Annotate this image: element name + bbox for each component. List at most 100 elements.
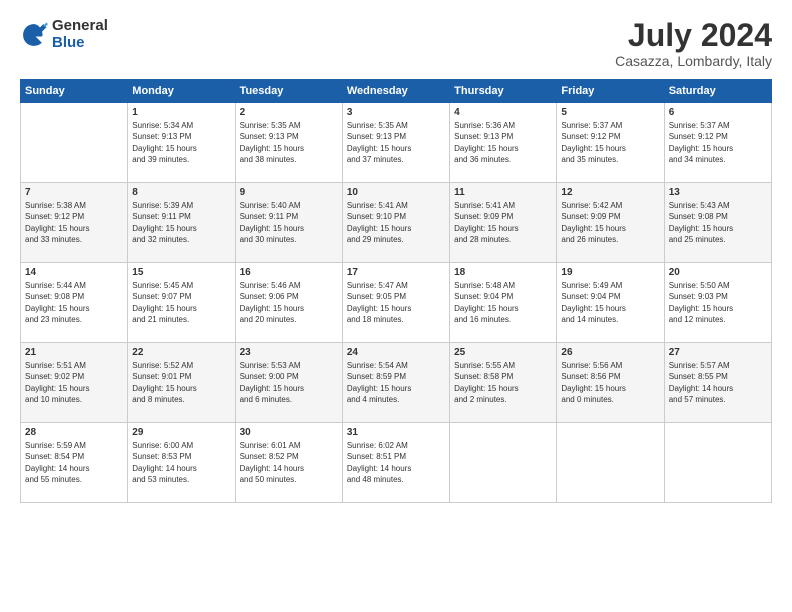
calendar-cell: 18 Sunrise: 5:48 AM Sunset: 9:04 PM Dayli…: [450, 263, 557, 343]
day-info: Sunrise: 5:36 AM Sunset: 9:13 PM Dayligh…: [454, 120, 552, 165]
day-info: Sunrise: 5:54 AM Sunset: 8:59 PM Dayligh…: [347, 360, 445, 405]
day-number: 5: [561, 107, 659, 118]
month-title: July 2024: [615, 18, 772, 53]
calendar-cell: 11 Sunrise: 5:41 AM Sunset: 9:09 PM Dayli…: [450, 183, 557, 263]
calendar-cell: 8 Sunrise: 5:39 AM Sunset: 9:11 PM Daylig…: [128, 183, 235, 263]
calendar-cell: 22 Sunrise: 5:52 AM Sunset: 9:01 PM Dayli…: [128, 343, 235, 423]
calendar-cell: 13Sunrise: 5:43 AM Sunset: 9:08 PM Dayli…: [664, 183, 771, 263]
day-info: Sunrise: 5:46 AM Sunset: 9:06 PM Dayligh…: [240, 280, 338, 325]
day-number: 29: [132, 427, 230, 438]
day-number: 9: [240, 187, 338, 198]
calendar-cell: 1 Sunrise: 5:34 AM Sunset: 9:13 PM Daylig…: [128, 103, 235, 183]
day-number: 7: [25, 187, 123, 198]
day-number: 30: [240, 427, 338, 438]
calendar-cell: 9 Sunrise: 5:40 AM Sunset: 9:11 PM Daylig…: [235, 183, 342, 263]
day-info: Sunrise: 5:48 AM Sunset: 9:04 PM Dayligh…: [454, 280, 552, 325]
day-info: Sunrise: 6:02 AM Sunset: 8:51 PM Dayligh…: [347, 440, 445, 485]
week-row-2: 7 Sunrise: 5:38 AM Sunset: 9:12 PM Daylig…: [21, 183, 772, 263]
day-info: Sunrise: 5:37 AM Sunset: 9:12 PM Dayligh…: [561, 120, 659, 165]
day-number: 25: [454, 347, 552, 358]
day-number: 20: [669, 267, 767, 278]
logo: General Blue: [20, 18, 108, 51]
day-info: Sunrise: 5:35 AM Sunset: 9:13 PM Dayligh…: [240, 120, 338, 165]
day-info: Sunrise: 5:50 AM Sunset: 9:03 PM Dayligh…: [669, 280, 767, 325]
day-number: 24: [347, 347, 445, 358]
logo-icon: [20, 21, 48, 49]
day-info: Sunrise: 5:47 AM Sunset: 9:05 PM Dayligh…: [347, 280, 445, 325]
calendar-cell: [664, 423, 771, 503]
week-row-3: 14 Sunrise: 5:44 AM Sunset: 9:08 PM Dayli…: [21, 263, 772, 343]
day-info: Sunrise: 5:51 AM Sunset: 9:02 PM Dayligh…: [25, 360, 123, 405]
day-info: Sunrise: 5:39 AM Sunset: 9:11 PM Dayligh…: [132, 200, 230, 245]
day-info: Sunrise: 5:34 AM Sunset: 9:13 PM Dayligh…: [132, 120, 230, 165]
day-number: 3: [347, 107, 445, 118]
day-number: 13: [669, 187, 767, 198]
calendar-cell: [21, 103, 128, 183]
calendar-cell: 12Sunrise: 5:42 AM Sunset: 9:09 PM Dayli…: [557, 183, 664, 263]
day-number: 14: [25, 267, 123, 278]
calendar-cell: 25 Sunrise: 5:55 AM Sunset: 8:58 PM Dayli…: [450, 343, 557, 423]
calendar-cell: 19 Sunrise: 5:49 AM Sunset: 9:04 PM Dayli…: [557, 263, 664, 343]
day-info: Sunrise: 5:55 AM Sunset: 8:58 PM Dayligh…: [454, 360, 552, 405]
day-info: Sunrise: 5:44 AM Sunset: 9:08 PM Dayligh…: [25, 280, 123, 325]
calendar-cell: 2 Sunrise: 5:35 AM Sunset: 9:13 PM Daylig…: [235, 103, 342, 183]
day-info: Sunrise: 5:37 AM Sunset: 9:12 PM Dayligh…: [669, 120, 767, 165]
column-header-saturday: Saturday: [664, 80, 771, 103]
day-info: Sunrise: 6:01 AM Sunset: 8:52 PM Dayligh…: [240, 440, 338, 485]
column-header-tuesday: Tuesday: [235, 80, 342, 103]
day-info: Sunrise: 5:42 AM Sunset: 9:09 PM Dayligh…: [561, 200, 659, 245]
day-number: 31: [347, 427, 445, 438]
day-number: 21: [25, 347, 123, 358]
column-header-friday: Friday: [557, 80, 664, 103]
day-number: 8: [132, 187, 230, 198]
header-row: SundayMondayTuesdayWednesdayThursdayFrid…: [21, 80, 772, 103]
day-info: Sunrise: 5:41 AM Sunset: 9:09 PM Dayligh…: [454, 200, 552, 245]
day-info: Sunrise: 5:41 AM Sunset: 9:10 PM Dayligh…: [347, 200, 445, 245]
logo-blue: Blue: [52, 35, 108, 52]
day-number: 4: [454, 107, 552, 118]
page: General Blue July 2024 Casazza, Lombardy…: [0, 0, 792, 612]
location: Casazza, Lombardy, Italy: [615, 53, 772, 69]
day-info: Sunrise: 5:49 AM Sunset: 9:04 PM Dayligh…: [561, 280, 659, 325]
calendar-cell: 23 Sunrise: 5:53 AM Sunset: 9:00 PM Dayli…: [235, 343, 342, 423]
day-info: Sunrise: 5:57 AM Sunset: 8:55 PM Dayligh…: [669, 360, 767, 405]
day-number: 22: [132, 347, 230, 358]
calendar-cell: 27Sunrise: 5:57 AM Sunset: 8:55 PM Dayli…: [664, 343, 771, 423]
header: General Blue July 2024 Casazza, Lombardy…: [20, 18, 772, 69]
calendar-cell: 3 Sunrise: 5:35 AM Sunset: 9:13 PM Daylig…: [342, 103, 449, 183]
day-info: Sunrise: 5:45 AM Sunset: 9:07 PM Dayligh…: [132, 280, 230, 325]
day-info: Sunrise: 6:00 AM Sunset: 8:53 PM Dayligh…: [132, 440, 230, 485]
calendar-cell: 17Sunrise: 5:47 AM Sunset: 9:05 PM Dayli…: [342, 263, 449, 343]
calendar-cell: 5 Sunrise: 5:37 AM Sunset: 9:12 PM Daylig…: [557, 103, 664, 183]
day-number: 23: [240, 347, 338, 358]
day-number: 1: [132, 107, 230, 118]
day-number: 10: [347, 187, 445, 198]
day-info: Sunrise: 5:40 AM Sunset: 9:11 PM Dayligh…: [240, 200, 338, 245]
calendar-cell: 21 Sunrise: 5:51 AM Sunset: 9:02 PM Dayli…: [21, 343, 128, 423]
column-header-wednesday: Wednesday: [342, 80, 449, 103]
day-number: 18: [454, 267, 552, 278]
column-header-thursday: Thursday: [450, 80, 557, 103]
calendar-cell: 4 Sunrise: 5:36 AM Sunset: 9:13 PM Daylig…: [450, 103, 557, 183]
calendar-cell: [450, 423, 557, 503]
calendar-cell: 10 Sunrise: 5:41 AM Sunset: 9:10 PM Dayli…: [342, 183, 449, 263]
day-number: 2: [240, 107, 338, 118]
day-info: Sunrise: 5:52 AM Sunset: 9:01 PM Dayligh…: [132, 360, 230, 405]
calendar-cell: 31 Sunrise: 6:02 AM Sunset: 8:51 PM Dayli…: [342, 423, 449, 503]
calendar-cell: [557, 423, 664, 503]
day-number: 26: [561, 347, 659, 358]
day-number: 11: [454, 187, 552, 198]
day-number: 19: [561, 267, 659, 278]
day-info: Sunrise: 5:53 AM Sunset: 9:00 PM Dayligh…: [240, 360, 338, 405]
day-info: Sunrise: 5:35 AM Sunset: 9:13 PM Dayligh…: [347, 120, 445, 165]
logo-text: General Blue: [52, 18, 108, 51]
calendar-cell: 26Sunrise: 5:56 AM Sunset: 8:56 PM Dayli…: [557, 343, 664, 423]
calendar-cell: 14 Sunrise: 5:44 AM Sunset: 9:08 PM Dayli…: [21, 263, 128, 343]
calendar-cell: 29 Sunrise: 6:00 AM Sunset: 8:53 PM Dayli…: [128, 423, 235, 503]
day-number: 6: [669, 107, 767, 118]
day-info: Sunrise: 5:59 AM Sunset: 8:54 PM Dayligh…: [25, 440, 123, 485]
calendar-cell: 28Sunrise: 5:59 AM Sunset: 8:54 PM Dayli…: [21, 423, 128, 503]
day-number: 15: [132, 267, 230, 278]
day-info: Sunrise: 5:38 AM Sunset: 9:12 PM Dayligh…: [25, 200, 123, 245]
calendar-cell: 15 Sunrise: 5:45 AM Sunset: 9:07 PM Dayli…: [128, 263, 235, 343]
